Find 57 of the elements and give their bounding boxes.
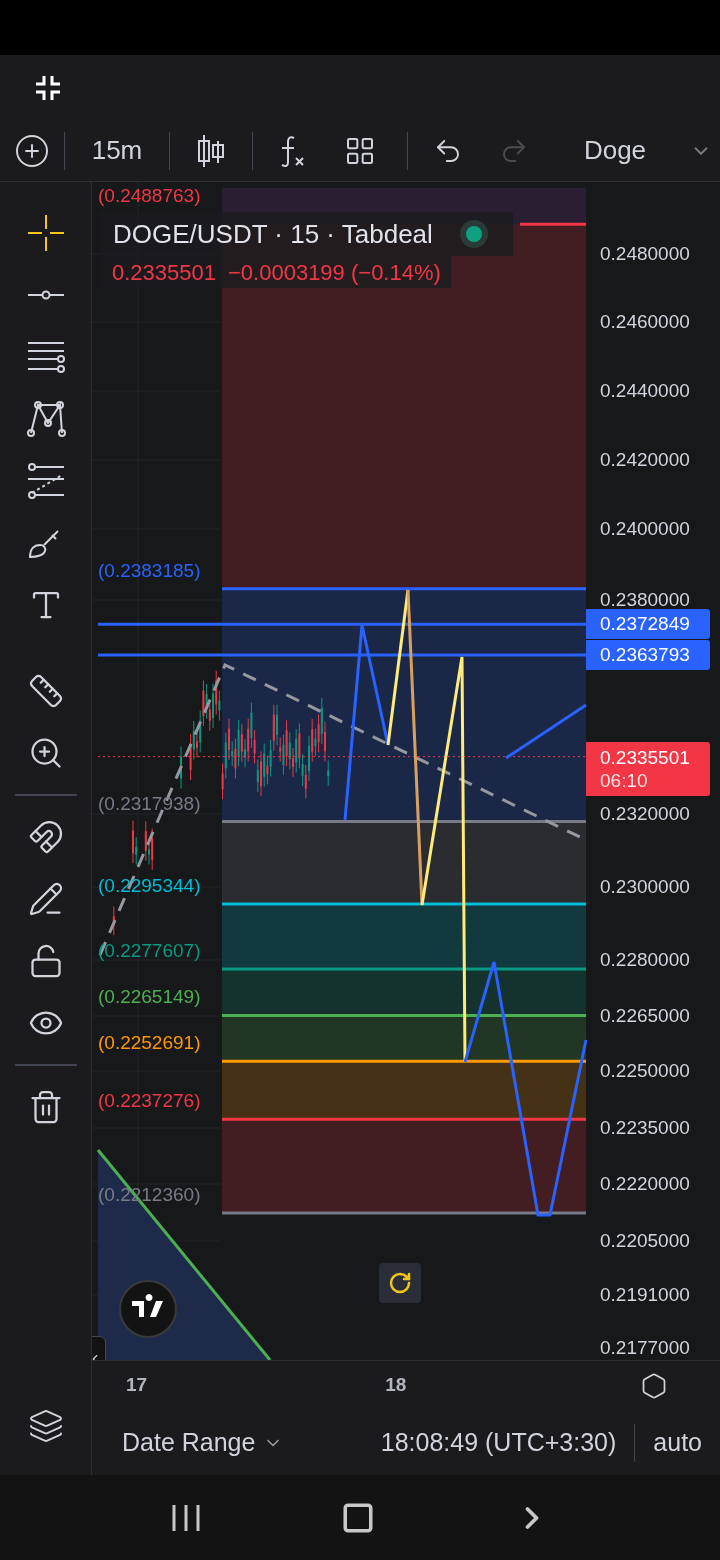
interval-button[interactable]: 15m — [65, 131, 169, 170]
settings-icon[interactable] — [640, 1371, 668, 1400]
gann-icon — [25, 461, 66, 501]
price-tick: 0.2280000 — [600, 948, 690, 972]
price-tick: 0.2265000 — [600, 1004, 690, 1028]
home-icon[interactable] — [341, 1500, 375, 1535]
line-tool-icon — [25, 290, 66, 300]
scale-button[interactable]: auto — [653, 1423, 702, 1462]
price-tick: 0.2191000 — [600, 1283, 690, 1307]
candlestick — [112, 905, 115, 936]
price-tick: 0.2177000 — [600, 1336, 690, 1360]
price-tick: 0.2400000 — [600, 517, 690, 541]
price-tick: 0.2460000 — [600, 310, 690, 334]
fib-level-label: (0.2317938) — [98, 791, 201, 816]
price-tick: 0.2420000 — [600, 448, 690, 472]
price-tick: 0.2380000 — [600, 588, 690, 612]
fib-level-label: (0.2237276) — [98, 1089, 201, 1114]
fib-level-label: (0.2295344) — [98, 874, 201, 898]
candlestick — [180, 746, 182, 789]
crosshair-icon — [25, 213, 66, 253]
chart-area[interactable] — [92, 182, 720, 1360]
price-tick: 0.2480000 — [600, 242, 690, 266]
logo-icon — [118, 1279, 178, 1339]
fib-level-label: (0.2488763) — [98, 184, 201, 208]
symbol-button[interactable]: Doge — [540, 131, 690, 170]
magnet-icon — [27, 819, 64, 855]
fib-level-label: (0.2252691) — [98, 1031, 201, 1056]
collapse-icon[interactable] — [34, 73, 62, 102]
price-change: −0.0003199 (−0.14%) — [228, 258, 441, 287]
fib-level-label: (0.2383185) — [98, 558, 201, 583]
date-range-button[interactable]: Date Range — [122, 1423, 284, 1462]
time-tick: 18 — [385, 1373, 407, 1398]
price-tick: 0.2320000 — [600, 802, 690, 826]
price-tick: 0.2300000 — [600, 875, 690, 899]
price-marker: 0.2372849 — [586, 609, 710, 640]
layers-icon — [27, 1408, 64, 1444]
symbol-title: DOGE/USDT · 15 · Tabdeal — [113, 217, 433, 251]
pattern-icon — [25, 399, 66, 439]
plus-icon — [14, 132, 50, 169]
status-dot-icon — [458, 219, 489, 249]
fib-level-label: (0.2265149) — [98, 985, 201, 1010]
price-marker: 0.2363793 — [586, 640, 710, 671]
candles-icon — [196, 132, 226, 169]
reset-button[interactable] — [379, 1263, 421, 1303]
pencil-icon — [27, 881, 64, 917]
time-tick: 17 — [126, 1373, 148, 1398]
reset-icon — [388, 1271, 412, 1295]
ruler-icon — [27, 673, 64, 709]
price-tick: 0.2220000 — [600, 1172, 690, 1196]
clock-text: 18:08:49 (UTC+3:30) — [380, 1426, 617, 1458]
price-tick: 0.2250000 — [600, 1059, 690, 1083]
marker-price: 0.2335501 — [600, 745, 691, 769]
price-tick: 0.2235000 — [600, 1116, 690, 1140]
bar-countdown: 06:10 — [600, 768, 649, 792]
price-tick: 0.2440000 — [600, 379, 690, 403]
price-tick: 0.2205000 — [600, 1229, 690, 1253]
last-price: 0.2335501 — [112, 258, 216, 287]
